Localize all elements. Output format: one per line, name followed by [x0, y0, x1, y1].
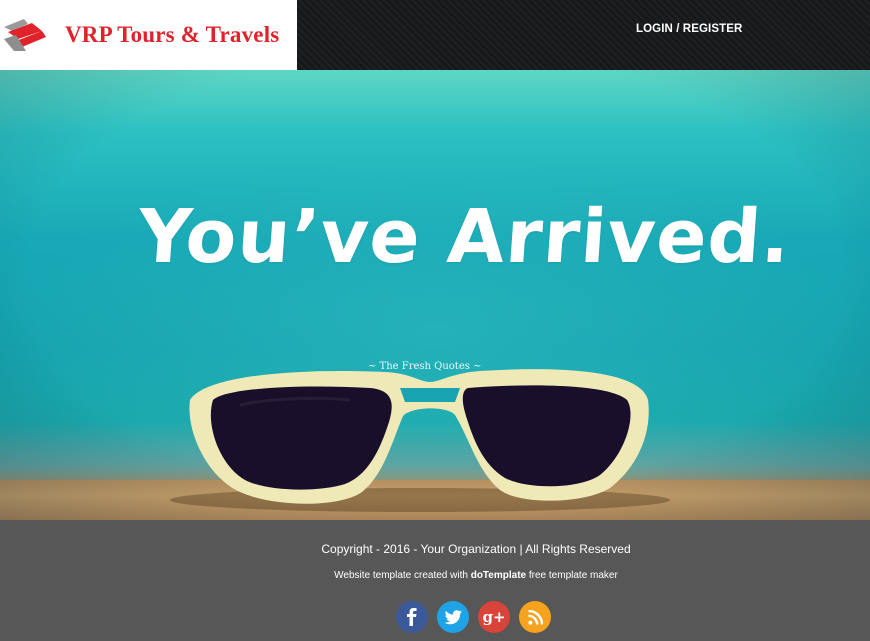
google-plus-icon: g+ — [482, 607, 506, 626]
google-plus-button[interactable]: g+ — [478, 601, 510, 633]
sunglasses-image — [170, 369, 670, 512]
credit-suffix: free template maker — [526, 570, 618, 581]
twitter-button[interactable] — [437, 601, 469, 633]
rss-button[interactable] — [519, 601, 551, 633]
twitter-icon — [444, 609, 462, 624]
credit-brand-link[interactable]: doTemplate — [471, 570, 526, 581]
vrp-arrow-logo-icon — [4, 19, 46, 51]
site-footer: Copyright - 2016 - Your Organization | A… — [0, 520, 870, 641]
social-links: g+ — [396, 601, 560, 633]
facebook-icon — [407, 608, 417, 626]
site-header: VRP Tours & Travels LOGIN / REGISTER — [0, 0, 870, 70]
hero-banner: You’ve Arrived. ~ The Fresh Quotes ~ — [0, 70, 870, 520]
brand-block[interactable]: VRP Tours & Travels — [0, 0, 297, 70]
top-nav: LOGIN / REGISTER — [297, 0, 870, 70]
brand-name: VRP Tours & Travels — [65, 22, 280, 47]
copyright-text: Copyright - 2016 - Your Organization | A… — [321, 542, 631, 556]
template-credit: Website template created with doTemplate… — [0, 570, 870, 581]
rss-icon — [527, 609, 543, 625]
credit-prefix: Website template created with — [334, 570, 471, 581]
login-register-link[interactable]: LOGIN / REGISTER — [636, 23, 742, 35]
facebook-button[interactable] — [396, 601, 428, 633]
